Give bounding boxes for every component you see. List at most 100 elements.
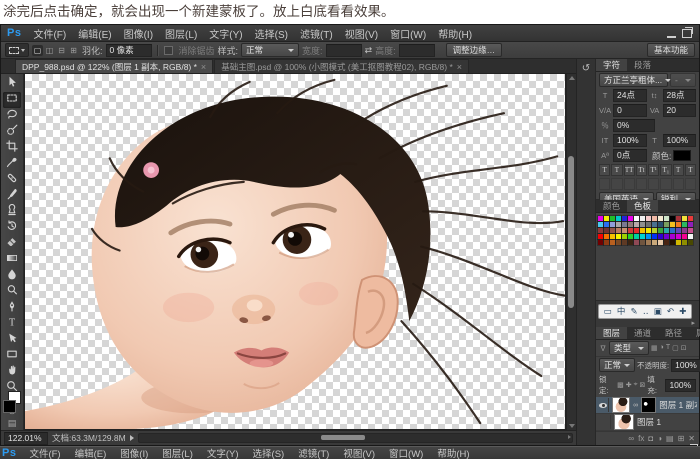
color-swatch[interactable] [640,228,645,233]
tool-button[interactable] [3,332,21,348]
lock-transparency-icon[interactable]: ▩ [617,381,624,389]
color-swatch[interactable] [598,216,603,221]
intersect-selection-icon[interactable]: ⊞ [68,45,79,56]
link-layers-icon[interactable]: ∞ [628,434,634,443]
color-swatch[interactable] [628,240,633,245]
cjk-style-button[interactable] [599,178,610,190]
color-swatch[interactable] [634,234,639,239]
scroll-right-icon[interactable] [568,435,571,439]
leading-input[interactable]: 28点 [663,89,697,102]
color-swatch[interactable] [622,222,627,227]
font-family-dropdown[interactable]: 方正兰亭粗体... [599,73,668,87]
tab-swatches[interactable]: 色板 [627,200,658,212]
font-size-input[interactable]: 24点 [613,89,647,102]
opacity-input[interactable]: 100% [671,359,700,372]
color-swatch[interactable] [628,234,633,239]
font-style-dropdown[interactable]: - [670,73,696,87]
type-style-button[interactable]: T₁ [660,164,671,176]
menu-item[interactable]: 图层(L) [155,446,200,460]
close-tab-icon[interactable]: × [457,62,462,72]
cjk-style-button[interactable] [611,178,622,190]
menu-item[interactable]: 编辑(E) [72,26,117,41]
vertical-scale-input[interactable]: 100% [613,134,647,147]
color-swatch[interactable] [664,216,669,221]
vertical-scrollbar[interactable] [566,74,576,430]
color-swatch[interactable] [652,216,657,221]
tab-properties[interactable]: 属性 [689,327,700,339]
tab-character[interactable]: 字符 [596,59,627,71]
color-swatch[interactable] [682,240,687,245]
color-swatch[interactable] [664,228,669,233]
scroll-down-icon[interactable] [569,424,575,428]
color-swatch[interactable] [616,240,621,245]
smart-object-filter-icon[interactable]: ⊡ [681,344,687,352]
tool-button[interactable] [3,220,21,236]
color-swatch[interactable] [688,222,693,227]
antialias-checkbox[interactable] [164,46,173,55]
color-swatch[interactable] [640,234,645,239]
color-swatch[interactable] [682,216,687,221]
menu-item[interactable]: 文字(Y) [203,26,248,41]
tool-button[interactable] [3,172,21,188]
color-swatch[interactable] [604,222,609,227]
color-swatch[interactable] [634,222,639,227]
color-swatch[interactable] [610,234,615,239]
tab-paragraph[interactable]: 段落 [627,59,658,71]
tracking-input[interactable]: 20 [663,104,696,117]
text-annotate-icon[interactable]: 中 [617,305,626,318]
color-swatch[interactable] [634,228,639,233]
color-swatch[interactable] [676,228,681,233]
adjustment-filter-icon[interactable]: ◑ [660,344,664,352]
tool-button[interactable] [3,76,21,92]
menu-item[interactable]: 窗口(W) [384,26,432,41]
cjk-style-button[interactable] [624,178,635,190]
color-swatch[interactable] [688,228,693,233]
tool-button[interactable] [3,188,21,204]
tab-layers[interactable]: 图层 [596,327,627,339]
pen-annotate-icon[interactable]: ✎ [631,305,638,318]
color-swatch[interactable] [652,234,657,239]
color-swatch[interactable] [622,228,627,233]
color-swatch[interactable] [598,222,603,227]
type-style-button[interactable]: T [673,164,684,176]
color-swatch[interactable] [658,240,663,245]
color-swatch[interactable] [646,216,651,221]
color-swatch[interactable] [646,228,651,233]
height-input[interactable] [399,44,435,57]
type-filter-icon[interactable]: T [666,344,670,352]
tab-color[interactable]: 颜色 [596,200,627,212]
color-swatch[interactable] [658,216,663,221]
menu-item[interactable]: 窗口(W) [382,446,430,460]
cjk-style-button[interactable] [685,178,696,190]
menu-item[interactable]: 视图(V) [336,446,382,460]
color-swatch[interactable] [616,216,621,221]
color-swatch[interactable] [658,228,663,233]
color-swatch[interactable] [628,216,633,221]
foreground-color-swatch[interactable] [3,400,16,413]
tool-button[interactable] [3,156,21,172]
color-swatch[interactable] [598,234,603,239]
canvas[interactable] [24,74,566,430]
color-swatch[interactable] [598,228,603,233]
menu-item[interactable]: 滤镜(T) [294,26,339,41]
tool-button[interactable] [3,124,21,140]
lock-pixels-icon[interactable]: ✚ [626,381,632,389]
lock-all-icon[interactable]: ⊠ [640,381,646,389]
restore-icon[interactable] [682,29,692,38]
zoom-level-input[interactable]: 122.01% [4,432,48,445]
menu-item[interactable]: 帮助(H) [430,446,476,460]
type-style-button[interactable]: Tt [636,164,647,176]
close-tab-icon[interactable]: × [201,62,206,72]
color-swatch[interactable] [610,240,615,245]
color-swatch[interactable] [682,222,687,227]
color-swatch[interactable] [616,234,621,239]
tool-button[interactable] [3,140,21,156]
swap-dimensions-icon[interactable]: ⇄ [365,45,373,56]
text-color-swatch[interactable] [673,150,691,161]
color-swatch[interactable] [688,240,693,245]
type-style-button[interactable]: TT [624,164,635,176]
color-swatch[interactable] [664,222,669,227]
color-swatch[interactable] [604,216,609,221]
more-tools-icon[interactable]: ‥ [643,305,649,318]
color-swatch[interactable] [640,216,645,221]
